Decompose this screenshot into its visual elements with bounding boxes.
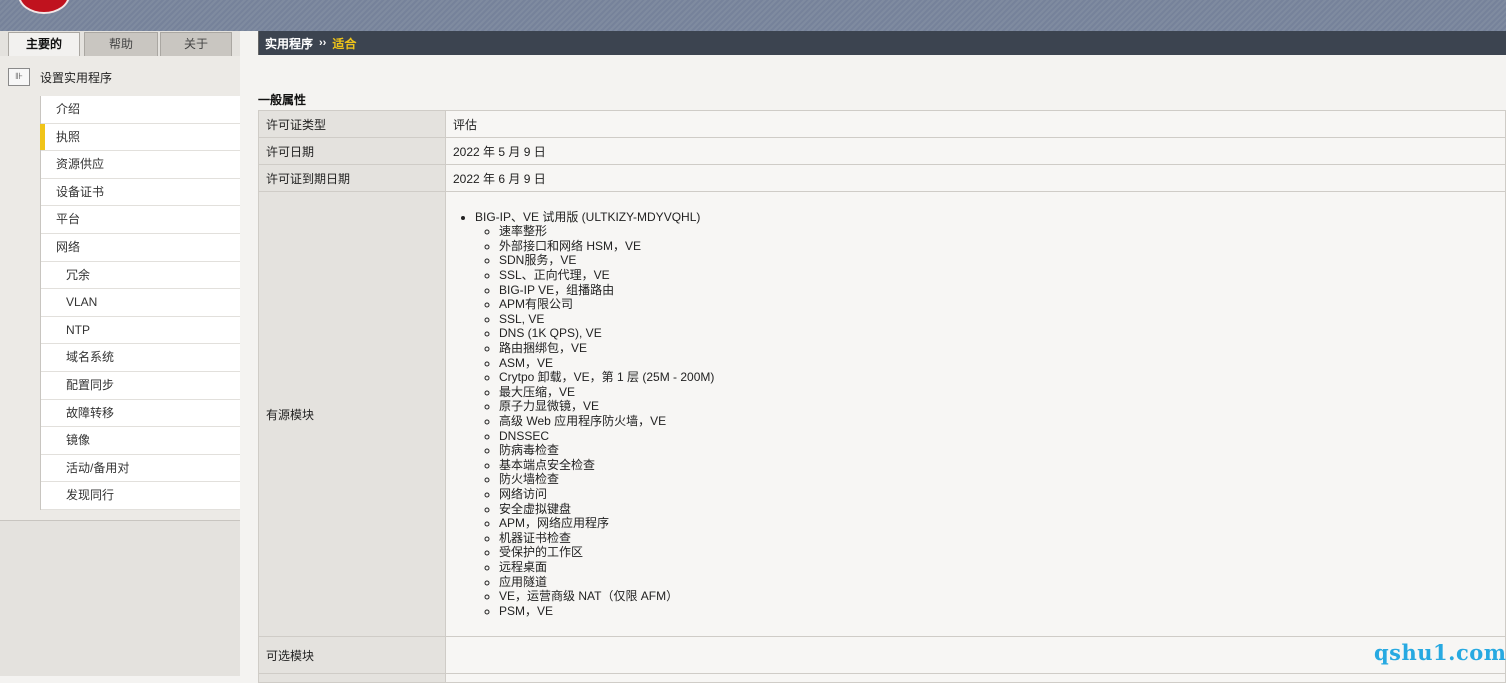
active-modules-list: BIG-IP、VE 试用版 (ULTKIZY-MDYVQHL) 速率整形外部接口… <box>453 210 1498 619</box>
license-date-label: 许可日期 <box>258 137 446 165</box>
feature-item: Crytpo 卸载，VE，第 1 层 (25M - 200M) <box>499 370 1498 385</box>
product-name: BIG-IP、VE 试用版 (ULTKIZY-MDYVQHL) <box>475 209 701 224</box>
feature-item: SDN服务，VE <box>499 253 1498 268</box>
sidebar-item[interactable]: 域名系统 <box>41 344 241 372</box>
license-expire-label: 许可证到期日期 <box>258 164 446 192</box>
list-item: BIG-IP、VE 试用版 (ULTKIZY-MDYVQHL) 速率整形外部接口… <box>475 210 1498 619</box>
main-tabs: 主要的 帮助 关于 <box>0 31 240 56</box>
sidebar-item[interactable]: 网络 <box>41 233 241 262</box>
general-properties-table: 许可证类型 评估 许可日期 2022 年 5 月 9 日 许可证到期日期 202… <box>258 110 1506 683</box>
optional-modules-value <box>445 636 1506 674</box>
tab-main[interactable]: 主要的 <box>8 32 80 56</box>
sidebar-item[interactable]: 配置同步 <box>41 371 241 400</box>
feature-item: BIG-IP VE，组播路由 <box>499 283 1498 298</box>
top-banner <box>0 0 1506 31</box>
feature-item: 防病毒检查 <box>499 443 1498 458</box>
table-row: 许可证到期日期 2022 年 6 月 9 日 <box>258 164 1506 192</box>
sidebar-item[interactable]: 资源供应 <box>41 151 241 179</box>
sidebar-item[interactable]: 活动/备用对 <box>41 454 241 483</box>
feature-item: APM，网络应用程序 <box>499 516 1498 531</box>
sidebar-item[interactable]: 冗余 <box>41 261 241 290</box>
sidebar-item[interactable]: 故障转移 <box>41 399 241 428</box>
settings-utility-icon: ⊪ <box>8 68 30 86</box>
feature-item: 速率整形 <box>499 224 1498 239</box>
breadcrumb: 实用程序 ›› 适合 <box>258 31 1506 55</box>
general-properties-title: 一般属性 <box>258 93 307 107</box>
sidebar-section-title: 设置实用程序 <box>40 70 113 85</box>
feature-item: 防火墙检查 <box>499 472 1498 487</box>
feature-item: 外部接口和网络 HSM，VE <box>499 239 1498 254</box>
feature-item: APM有限公司 <box>499 297 1498 312</box>
feature-item: SSL, VE <box>499 312 1498 327</box>
sidebar-item[interactable]: 执照 <box>40 123 241 152</box>
feature-item: PSM，VE <box>499 604 1498 619</box>
sidebar-item[interactable]: 设备证书 <box>41 178 241 207</box>
table-row: 许可证类型 评估 <box>258 110 1506 138</box>
sidebar-section-header[interactable]: ⊪ 设置实用程序 <box>8 67 112 87</box>
sidebar-item[interactable]: 平台 <box>41 206 241 234</box>
feature-item: 基本端点安全检查 <box>499 458 1498 473</box>
table-row: 许可日期 2022 年 5 月 9 日 <box>258 137 1506 165</box>
sidebar-item[interactable]: 镜像 <box>41 427 241 455</box>
table-row: 有源模块 BIG-IP、VE 试用版 (ULTKIZY-MDYVQHL) 速率整… <box>258 191 1506 637</box>
license-date-value: 2022 年 5 月 9 日 <box>445 137 1506 165</box>
feature-item: 原子力显微镜，VE <box>499 399 1498 414</box>
active-modules-label: 有源模块 <box>258 191 446 637</box>
feature-item: 安全虚拟键盘 <box>499 502 1498 517</box>
feature-item: 机器证书检查 <box>499 531 1498 546</box>
watermark-text: qshu1.com <box>1374 640 1506 665</box>
feature-item: ASM，VE <box>499 356 1498 371</box>
active-modules-value: BIG-IP、VE 试用版 (ULTKIZY-MDYVQHL) 速率整形外部接口… <box>445 191 1506 637</box>
sidebar-item[interactable]: NTP <box>41 316 241 345</box>
table-cell <box>258 673 446 683</box>
table-cell <box>445 673 1506 683</box>
feature-item: 最大压缩，VE <box>499 385 1498 400</box>
breadcrumb-root[interactable]: 实用程序 <box>265 35 313 52</box>
sidebar-item[interactable]: VLAN <box>41 289 241 317</box>
tab-help[interactable]: 帮助 <box>84 32 158 56</box>
optional-modules-label: 可选模块 <box>258 636 446 674</box>
feature-list: 速率整形外部接口和网络 HSM，VESDN服务，VESSL、正向代理，VEBIG… <box>475 224 1498 618</box>
feature-item: 远程桌面 <box>499 560 1498 575</box>
feature-item: 高级 Web 应用程序防火墙，VE <box>499 414 1498 429</box>
sidebar-item[interactable]: 介绍 <box>41 96 241 124</box>
breadcrumb-current: 适合 <box>332 36 357 51</box>
sidebar-item[interactable]: 发现同行 <box>41 482 241 510</box>
feature-item: 应用隧道 <box>499 575 1498 590</box>
feature-item: 路由捆绑包，VE <box>499 341 1498 356</box>
feature-item: 网络访问 <box>499 487 1498 502</box>
sidebar-nav: 介绍 执照 资源供应 设备证书 平台 网络 冗余 VLAN NTP 域名系统 配置同步 故障转移 镜像活… <box>40 96 241 510</box>
table-row: 可选模块 <box>258 636 1506 674</box>
breadcrumb-separator: ›› <box>319 37 327 49</box>
feature-item: VE，运营商级 NAT（仅限 AFM） <box>499 589 1498 604</box>
f5-logo-icon[interactable] <box>18 0 70 14</box>
license-type-value: 评估 <box>445 110 1506 138</box>
table-row <box>258 673 1506 683</box>
feature-item: SSL、正向代理，VE <box>499 268 1498 283</box>
tab-about[interactable]: 关于 <box>160 32 232 56</box>
feature-item: DNSSEC <box>499 429 1498 444</box>
license-expire-value: 2022 年 6 月 9 日 <box>445 164 1506 192</box>
feature-item: 受保护的工作区 <box>499 545 1498 560</box>
feature-item: DNS (1K QPS), VE <box>499 326 1498 341</box>
license-type-label: 许可证类型 <box>258 110 446 138</box>
